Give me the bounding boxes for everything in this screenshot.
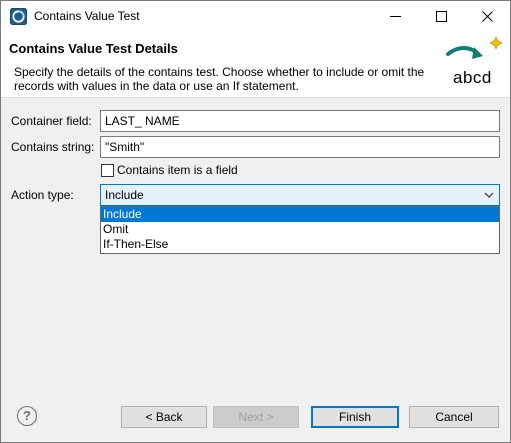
dropdown-option-omit[interactable]: Omit: [101, 222, 499, 237]
maximize-icon: [435, 11, 447, 22]
contains-test-image: abcd: [436, 34, 508, 96]
header-title: Contains Value Test Details: [9, 41, 178, 56]
minimize-button[interactable]: [372, 1, 418, 32]
action-type-selected-value: Include: [105, 188, 144, 202]
dropdown-option-include[interactable]: Include: [101, 207, 499, 222]
contains-item-checkbox-label[interactable]: Contains item is a field: [117, 163, 238, 177]
container-field-input[interactable]: LAST_ NAME: [100, 110, 500, 132]
maximize-button[interactable]: [418, 1, 464, 32]
action-type-label: Action type:: [11, 188, 74, 202]
action-type-select[interactable]: Include: [100, 184, 500, 206]
help-icon[interactable]: ?: [17, 406, 37, 426]
dropdown-option-if-then-else[interactable]: If-Then-Else: [101, 237, 499, 252]
window-title: Contains Value Test: [34, 9, 140, 23]
contains-string-input[interactable]: "Smith": [100, 136, 500, 158]
container-field-label: Container field:: [11, 114, 92, 128]
app-icon: [10, 8, 27, 25]
action-type-dropdown-list: Include Omit If-Then-Else: [100, 206, 500, 254]
finish-button[interactable]: Finish: [311, 406, 399, 428]
contains-string-label: Contains string:: [11, 140, 95, 154]
back-button[interactable]: < Back: [121, 406, 207, 428]
wizard-header: Contains Value Test Details Specify the …: [1, 32, 510, 98]
abcd-image-text: abcd: [453, 68, 492, 87]
cancel-button[interactable]: Cancel: [409, 406, 499, 428]
next-button[interactable]: Next >: [213, 406, 299, 428]
minimize-icon: [389, 16, 401, 17]
close-icon: [481, 11, 493, 22]
close-button[interactable]: [464, 1, 510, 32]
contains-item-checkbox[interactable]: [101, 164, 114, 177]
title-bar[interactable]: Contains Value Test: [1, 1, 510, 32]
header-description: Specify the details of the contains test…: [14, 65, 425, 93]
chevron-down-icon: [484, 192, 494, 198]
dialog-window: Contains Value Test Contains Value Test …: [0, 0, 511, 443]
